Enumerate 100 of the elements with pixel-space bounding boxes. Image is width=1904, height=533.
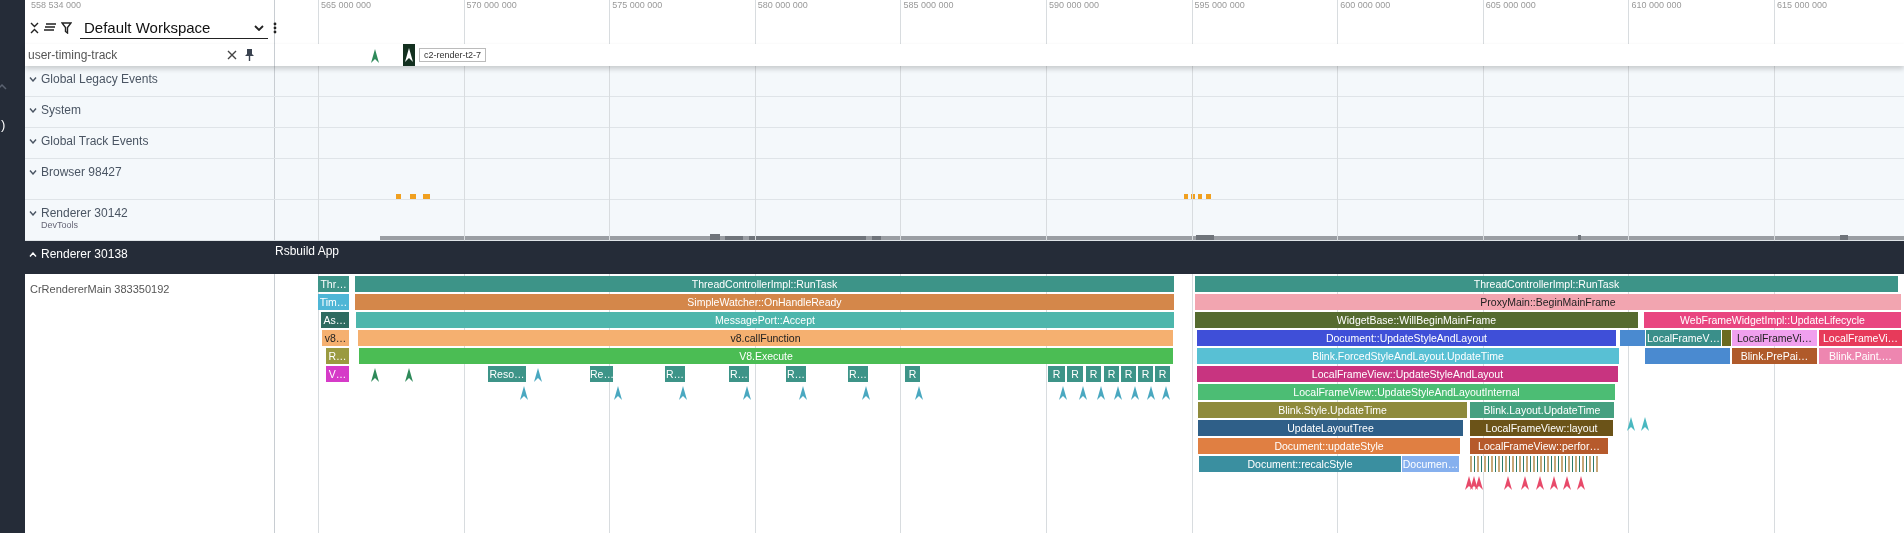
trace-slice[interactable]: ProxyMain::BeginMainFrame [1195, 294, 1901, 310]
trace-slice[interactable]: LocalFrameView::UpdateStyleAndLayoutInternal [1198, 384, 1615, 400]
trace-slice[interactable]: MessagePort::Accept [356, 312, 1174, 328]
marker-arrow-icon[interactable] [371, 49, 379, 63]
chevron-down-icon[interactable] [29, 211, 37, 216]
instant-event-icon[interactable] [1536, 476, 1544, 490]
list-icon[interactable] [44, 23, 56, 33]
instant-event-icon[interactable] [1577, 476, 1585, 490]
instant-event-icon[interactable] [1504, 476, 1512, 490]
trace-slice[interactable]: R… [326, 348, 349, 364]
collapse-icon[interactable] [30, 22, 39, 34]
trace-slice[interactable]: SimpleWatcher::OnHandleReady [355, 294, 1174, 310]
instant-event-icon[interactable] [1627, 416, 1635, 431]
trace-slice[interactable]: Tim… [318, 294, 349, 310]
workspace-dropdown[interactable]: Default Workspace [80, 17, 268, 39]
trace-slice[interactable]: R [1048, 366, 1065, 382]
trace-slice[interactable]: R [1086, 366, 1101, 382]
trace-slice[interactable]: R… [848, 366, 868, 382]
track-name[interactable]: System [41, 103, 81, 117]
instant-event-icon[interactable] [534, 368, 542, 382]
close-icon[interactable] [227, 50, 237, 60]
trace-slice[interactable]: Document::updateStyle [1198, 438, 1460, 454]
trace-slice[interactable]: Thr… [318, 276, 349, 292]
chevron-down-icon[interactable] [29, 77, 37, 82]
more-icon[interactable] [273, 22, 277, 34]
time-tick-label: 600 000 000 [1340, 0, 1391, 10]
trace-slice[interactable]: As… [321, 312, 349, 328]
trace-slice[interactable]: R [1138, 366, 1153, 382]
time-tick-label: 610 000 000 [1631, 0, 1682, 10]
trace-slice[interactable]: ThreadControllerImpl::RunTask [355, 276, 1174, 292]
instant-event-icon[interactable] [1147, 386, 1155, 400]
trace-slice[interactable]: LocalFrameView::layout [1470, 420, 1613, 436]
selected-marker-icon[interactable] [403, 44, 415, 66]
instant-event-icon[interactable] [1550, 476, 1558, 490]
trace-slice[interactable]: Re… [590, 366, 613, 382]
instant-event-icon[interactable] [679, 386, 687, 400]
instant-event-icon[interactable] [614, 386, 622, 400]
trace-slice[interactable]: R… [665, 366, 685, 382]
instant-event-icon[interactable] [371, 368, 379, 382]
instant-event-icon[interactable] [1641, 416, 1649, 431]
time-tick-label: 585 000 000 [903, 0, 954, 10]
trace-slice[interactable]: Reso… [488, 366, 526, 382]
instant-event-icon[interactable] [1465, 476, 1473, 490]
instant-event-icon[interactable] [1059, 386, 1067, 400]
instant-event-icon[interactable] [915, 386, 923, 400]
trace-slice[interactable]: LocalFrameV… [1646, 330, 1721, 346]
instant-event-icon[interactable] [862, 386, 870, 400]
trace-slice[interactable]: Blink.Paint.… [1819, 348, 1902, 364]
trace-slice[interactable]: Blink.Layout.UpdateTime [1470, 402, 1614, 418]
trace-slice[interactable]: R… [786, 366, 806, 382]
filter-icon[interactable] [61, 22, 72, 34]
trace-slice[interactable]: Blink.Style.UpdateTime [1198, 402, 1467, 418]
trace-slice[interactable]: WebFrameWidgetImpl::UpdateLifecycle [1644, 312, 1901, 328]
instant-event-icon[interactable] [799, 386, 807, 400]
track-name[interactable]: Global Track Events [41, 134, 149, 148]
small-slices-drawing [1722, 330, 1731, 346]
instant-event-icon[interactable] [1079, 386, 1087, 400]
track-name[interactable]: Browser 98427 [41, 165, 122, 179]
trace-slice[interactable]: v8.callFunction [358, 330, 1173, 346]
trace-slice[interactable]: Blink.ForcedStyleAndLayout.UpdateTime [1197, 348, 1619, 364]
chevron-down-icon[interactable] [29, 108, 37, 113]
instant-event-icon[interactable] [1521, 476, 1529, 490]
instant-event-icon[interactable] [743, 386, 751, 400]
trace-slice[interactable]: R [1121, 366, 1136, 382]
trace-slice[interactable]: UpdateLayoutTree [1198, 420, 1463, 436]
chevron-down-icon[interactable] [29, 170, 37, 175]
instant-event-icon[interactable] [1097, 386, 1105, 400]
trace-slice[interactable]: WidgetBase::WillBeginMainFrame [1195, 312, 1638, 328]
instant-event-icon[interactable] [1162, 386, 1170, 400]
instant-event-icon[interactable] [405, 368, 413, 382]
ruler-start-label: 558 534 000 [31, 0, 82, 10]
trace-slice[interactable]: Document::UpdateStyleAndLayout [1197, 330, 1616, 346]
trace-slice[interactable]: v8… [322, 330, 349, 346]
trace-slice[interactable]: V8.Execute [359, 348, 1173, 364]
instant-event-icon[interactable] [1131, 386, 1139, 400]
trace-slice[interactable]: ThreadControllerImpl::RunTask [1195, 276, 1898, 292]
trace-slice[interactable]: LocalFrameView::UpdateStyleAndLayout [1197, 366, 1618, 382]
chevron-down-icon[interactable] [29, 139, 37, 144]
instant-event-icon[interactable] [1470, 476, 1478, 490]
trace-slice[interactable]: LocalFrameView::perfor… [1470, 438, 1608, 454]
trace-slice[interactable]: R… [729, 366, 749, 382]
trace-slice[interactable]: R [1067, 366, 1083, 382]
trace-slice[interactable]: Documen… [1402, 456, 1459, 472]
instant-event-icon[interactable] [1114, 386, 1122, 400]
track-name[interactable]: Global Legacy Events [41, 72, 158, 86]
trace-slice[interactable]: V… [326, 366, 349, 382]
thread-name: CrRendererMain 383350192 [30, 283, 170, 295]
trace-slice[interactable]: Document::recalcStyle [1199, 456, 1401, 472]
trace-slice[interactable]: R [1104, 366, 1119, 382]
trace-slice[interactable]: Blink.PrePai… [1732, 348, 1817, 364]
trace-slice[interactable]: R [905, 366, 920, 382]
trace-slice[interactable]: LocalFrameVi… [1819, 330, 1902, 346]
pin-icon[interactable] [245, 49, 254, 61]
chevron-down-icon [254, 24, 264, 31]
track-name[interactable]: Renderer 30142 [41, 206, 128, 220]
trace-slice[interactable]: LocalFrameVi… [1732, 330, 1817, 346]
trace-slice[interactable]: R [1155, 366, 1170, 382]
instant-event-icon[interactable] [520, 386, 528, 400]
track-name[interactable]: Renderer 30138 [41, 247, 128, 261]
instant-event-icon[interactable] [1563, 476, 1571, 490]
